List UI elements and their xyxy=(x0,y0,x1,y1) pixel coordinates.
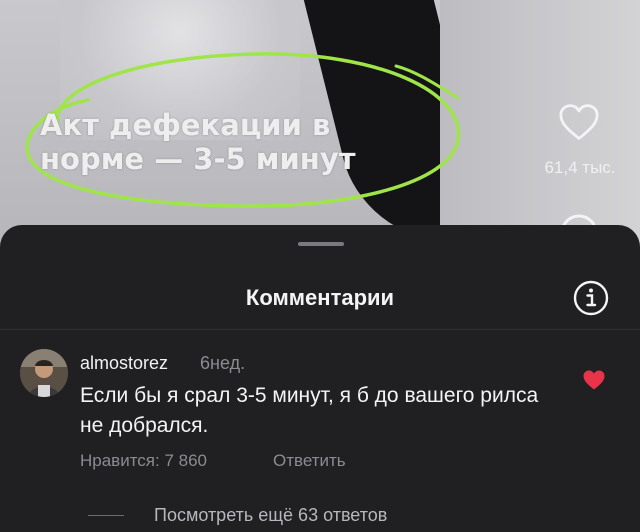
view-more-replies-label: Посмотреть ещё 63 ответов xyxy=(154,505,388,525)
reel-like-count: 61,4 тыс. xyxy=(544,158,616,177)
sheet-divider xyxy=(0,329,640,330)
avatar[interactable] xyxy=(20,349,68,397)
comments-sheet: Комментарии almostorez 6нед. Если бы я с… xyxy=(0,225,640,532)
comment-timestamp: 6нед. xyxy=(200,353,246,373)
reel-like-button[interactable] xyxy=(556,102,602,142)
heart-filled-icon[interactable] xyxy=(582,369,606,391)
sheet-title: Комментарии xyxy=(245,285,395,310)
info-icon xyxy=(573,280,609,316)
comment-item: almostorez 6нед. Если бы я срал 3-5 мину… xyxy=(0,347,640,477)
reel-overlay-caption: Акт дефекации в норме — 3-5 минут xyxy=(40,108,356,176)
comment-text: Если бы я срал 3-5 минут, я б до вашего … xyxy=(80,384,539,437)
view-more-replies-button[interactable]: Посмотреть ещё 63 ответов xyxy=(88,505,387,526)
comment-username[interactable]: almostorez xyxy=(80,353,168,374)
info-button[interactable] xyxy=(572,279,610,317)
reel-video[interactable]: Акт дефекации в норме — 3-5 минут 61,4 т… xyxy=(0,0,640,250)
reply-button[interactable]: Ответить xyxy=(273,451,346,471)
sheet-drag-handle[interactable] xyxy=(298,242,344,246)
replies-line xyxy=(88,515,124,516)
video-right-area xyxy=(440,0,640,250)
heart-outline-icon xyxy=(559,104,599,140)
comment-like-count[interactable]: Нравится: 7 860 xyxy=(80,451,207,471)
